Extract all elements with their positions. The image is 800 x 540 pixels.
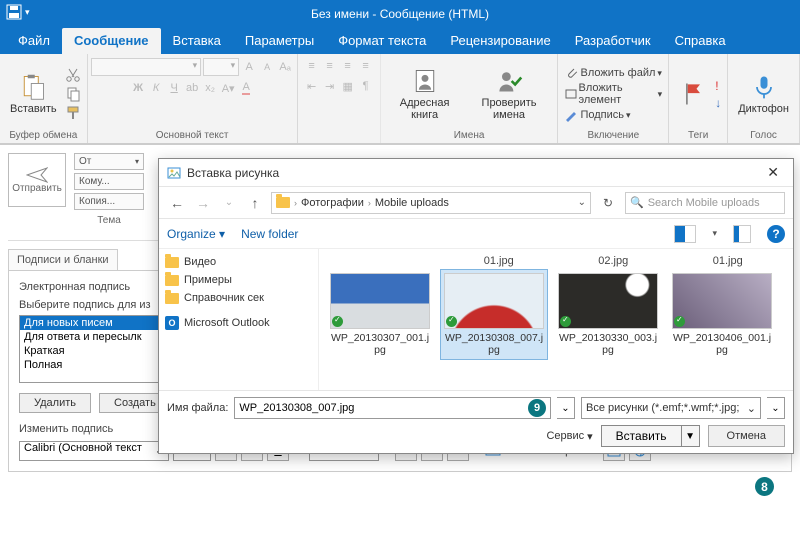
item-icon <box>564 87 576 101</box>
filetype-dropdown-icon[interactable]: ⌄ <box>767 397 785 419</box>
group-font: Основной текст <box>156 130 229 141</box>
insert-button[interactable]: Вставить ▼ <box>601 425 700 447</box>
paste-label: Вставить <box>10 103 57 115</box>
signature-button[interactable]: Подпись▾ <box>564 108 662 122</box>
breadcrumb[interactable]: › Фотографии › Mobile uploads ⌄ <box>271 192 591 214</box>
group-voice: Голос <box>750 130 777 141</box>
group-tags: Теги <box>688 130 708 141</box>
preview-pane-button[interactable] <box>733 225 751 243</box>
tree-ref[interactable]: Справочник сек <box>165 289 312 307</box>
dictaphone-button[interactable]: Диктофон <box>734 71 793 117</box>
ribbon-tabs: Файл Сообщение Вставка Параметры Формат … <box>0 28 800 54</box>
badge-9: 9 <box>528 399 546 417</box>
search-icon: 🔍 <box>630 196 644 209</box>
close-button[interactable]: ✕ <box>761 162 785 183</box>
tree-video[interactable]: Видео <box>165 253 312 271</box>
picture-dialog-icon <box>167 167 181 179</box>
tab-file[interactable]: Файл <box>6 28 62 54</box>
qat: ▾ <box>6 4 30 20</box>
filetype-select[interactable]: Все рисунки (*.emf;*.wmf;*.jpg; <box>581 397 761 419</box>
badge-8: 8 <box>755 477 774 496</box>
copy-icon[interactable] <box>65 86 81 102</box>
send-button[interactable]: Отправить <box>8 153 66 207</box>
thumb-0[interactable]: WP_20130307_001.jpg <box>327 270 433 359</box>
tab-options[interactable]: Параметры <box>233 28 326 54</box>
attach-file-button[interactable]: Вложить файл▾ <box>564 66 662 80</box>
address-book-button[interactable]: Адресная книга <box>387 65 463 123</box>
cancel-button[interactable]: Отмена <box>708 425 785 447</box>
tags-button[interactable] <box>675 78 711 110</box>
filename-input[interactable]: WP_20130308_007.jpg 9 <box>234 397 551 419</box>
thumb-3[interactable]: WP_20130406_001.jpg <box>669 270 775 359</box>
insert-picture-dialog: Вставка рисунка ✕ ← → ⌄ ↑ › Фотографии ›… <box>158 158 794 454</box>
nav-back-icon[interactable]: ← <box>167 193 187 213</box>
window-title: Без имени - Сообщение (HTML) <box>311 7 489 21</box>
qat-dropdown-icon[interactable]: ▾ <box>25 7 30 18</box>
from-button[interactable]: От▾ <box>74 153 144 170</box>
nav-recent-icon[interactable]: ⌄ <box>219 193 239 213</box>
search-input[interactable]: 🔍 Search Mobile uploads <box>625 192 785 214</box>
tab-message[interactable]: Сообщение <box>62 28 161 54</box>
group-include: Включение <box>587 130 639 141</box>
tree-outlook[interactable]: OMicrosoft Outlook <box>165 313 312 333</box>
filename-dropdown-icon[interactable]: ⌄ <box>557 397 575 419</box>
tab-format[interactable]: Формат текста <box>326 28 438 54</box>
group-names: Имена <box>454 130 485 141</box>
tab-developer[interactable]: Разработчик <box>563 28 663 54</box>
address-book-icon <box>411 67 439 95</box>
mic-icon <box>750 73 778 101</box>
font-select[interactable]: Calibri (Основной текст <box>19 441 169 461</box>
tools-menu[interactable]: Сервис ▾ <box>546 430 592 443</box>
signatures-tab[interactable]: Подписи и бланки <box>8 249 118 270</box>
check-names-icon <box>495 67 523 95</box>
thumb-2[interactable]: WP_20130330_003.jpg <box>555 270 661 359</box>
folder-tree[interactable]: Видео Примеры Справочник сек OMicrosoft … <box>159 249 319 390</box>
pen-icon <box>564 108 578 122</box>
filename-label: Имя файла: <box>167 402 228 414</box>
thumb-1[interactable]: WP_20130308_007.jpg <box>441 270 547 359</box>
paste-icon <box>19 73 47 101</box>
folder-icon <box>276 197 290 208</box>
subject-label: Тема <box>74 215 144 226</box>
new-folder-button[interactable]: New folder <box>241 227 298 241</box>
nav-forward-icon: → <box>193 193 213 213</box>
window-titlebar: ▾ Без имени - Сообщение (HTML) <box>0 0 800 28</box>
refresh-icon[interactable]: ↻ <box>597 192 619 214</box>
save-icon[interactable] <box>6 4 22 20</box>
file-grid[interactable]: 01.jpg 02.jpg 01.jpg WP_20130307_001.jpg… <box>319 249 793 390</box>
tab-review[interactable]: Рецензирование <box>438 28 562 54</box>
tab-insert[interactable]: Вставка <box>161 28 233 54</box>
tab-help[interactable]: Справка <box>663 28 738 54</box>
check-names-button[interactable]: Проверить имена <box>467 65 552 123</box>
format-painter-icon[interactable] <box>65 105 81 121</box>
to-button[interactable]: Кому... <box>74 173 144 190</box>
paste-button[interactable]: Вставить <box>6 71 61 117</box>
flag-icon <box>679 80 707 108</box>
organize-menu[interactable]: Organize ▾ <box>167 227 225 241</box>
nav-up-icon[interactable]: ↑ <box>245 193 265 213</box>
insert-dropdown-icon[interactable]: ▼ <box>682 425 700 447</box>
cc-button[interactable]: Копия... <box>74 193 144 210</box>
cut-icon[interactable] <box>65 67 81 83</box>
paperclip-icon <box>564 66 578 80</box>
dialog-title: Вставка рисунка <box>187 166 279 180</box>
send-icon <box>26 167 48 183</box>
group-clipboard: Буфер обмена <box>9 130 77 141</box>
help-icon[interactable]: ? <box>767 225 785 243</box>
view-mode-button[interactable] <box>674 225 696 243</box>
ribbon: Вставить Буфер обмена AAAₐ Ж К Ч ab x₂ <box>0 54 800 144</box>
tree-examples[interactable]: Примеры <box>165 271 312 289</box>
delete-button[interactable]: Удалить <box>19 393 91 413</box>
outlook-icon: O <box>165 316 179 330</box>
attach-item-button[interactable]: Вложить элемент▾ <box>564 82 662 106</box>
